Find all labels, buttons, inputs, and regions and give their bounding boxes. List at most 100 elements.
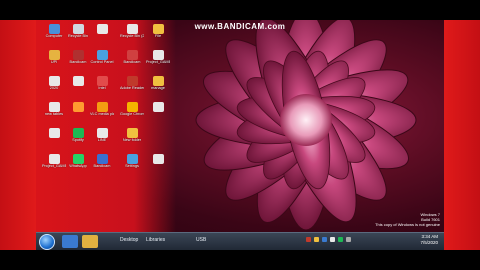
start-button[interactable] bbox=[39, 234, 55, 250]
desktop-icon[interactable]: Bandicam bbox=[90, 154, 114, 169]
desktop-icon-label: Intel bbox=[98, 86, 106, 90]
desktop-icon[interactable]: File bbox=[146, 24, 170, 39]
desktop-icon[interactable]: Recycle Bin (2) bbox=[120, 24, 144, 39]
notice-line-3: This copy of Windows is not genuine bbox=[375, 222, 440, 227]
desktop-icon-glyph-icon bbox=[96, 50, 108, 60]
tray-icon-4[interactable] bbox=[330, 237, 335, 242]
desktop-icon-label: Control Panel bbox=[90, 60, 114, 64]
desktop-icon-glyph-icon bbox=[126, 128, 138, 138]
clock-date: 7/5/2020 bbox=[420, 239, 438, 245]
desktop-icon-glyph-icon bbox=[96, 128, 108, 138]
desktop-icon-glyph-icon bbox=[152, 50, 164, 60]
desktop-icon-label: Bandicam bbox=[123, 60, 141, 64]
desktop-icon-glyph-icon bbox=[48, 24, 60, 34]
desktop-icon-label: new tables bbox=[44, 112, 64, 116]
desktop-icon[interactable]: New folder bbox=[120, 128, 144, 143]
desktop-icon-glyph-icon bbox=[126, 102, 138, 112]
desktop-icon-label: Recycle Bin bbox=[67, 34, 89, 38]
desktop-icon-label: Project_GAME (2) bbox=[42, 164, 66, 168]
libraries-label[interactable]: Libraries bbox=[146, 237, 165, 243]
desktop-icon[interactable]: Recycle Bin bbox=[66, 24, 90, 39]
desktop-icon-glyph-icon bbox=[72, 76, 84, 86]
taskbar-clock[interactable]: 3:34 AM 7/5/2020 bbox=[420, 234, 438, 245]
desktop-icon[interactable] bbox=[90, 24, 114, 34]
windows-genuine-notice: Windows 7 Build 7601 This copy of Window… bbox=[375, 212, 440, 227]
desktop-icon-label: Spotify bbox=[72, 138, 84, 142]
desktop-icon-glyph-icon bbox=[72, 24, 84, 34]
desktop-icon-label: VLC media player bbox=[90, 112, 114, 116]
desktop-icon-label: Bandicam bbox=[69, 60, 87, 64]
desktop-icon-label: Settings bbox=[125, 164, 139, 168]
desktop-icon-glyph-icon bbox=[72, 128, 84, 138]
desktop-icon[interactable]: Bandicam bbox=[120, 50, 144, 65]
desktop-icon-glyph-icon bbox=[72, 102, 84, 112]
desktop-icon[interactable] bbox=[146, 154, 170, 164]
desktop-icon[interactable] bbox=[66, 102, 90, 112]
desktop-icon-label: Adobe Reader XI bbox=[120, 86, 144, 90]
desktop-icon[interactable]: Computer bbox=[42, 24, 66, 39]
taskbar: Desktop Libraries USB 3:34 AM 7/5/2020 bbox=[36, 232, 444, 250]
desktop-icon-glyph-icon bbox=[152, 24, 164, 34]
desktop-icon-glyph-icon bbox=[126, 154, 138, 164]
desktop-icon-glyph-icon bbox=[72, 50, 84, 60]
desktop-icon[interactable] bbox=[42, 128, 66, 138]
tray-icon-3[interactable] bbox=[322, 237, 327, 242]
desktop-screen: www.BANDICAM.com Computer Recycle Bin Recy… bbox=[36, 20, 444, 250]
desktop-icon-label: UPI bbox=[50, 60, 58, 64]
desktop-icon[interactable]: Control Panel bbox=[90, 50, 114, 65]
desktop-icon[interactable]: new tables bbox=[42, 102, 66, 117]
ie-taskbar-icon[interactable] bbox=[62, 235, 78, 248]
desktop-icon[interactable]: VLC media player bbox=[90, 102, 114, 117]
volume-icon[interactable] bbox=[346, 237, 351, 242]
desktop-icon[interactable] bbox=[66, 76, 90, 86]
desktop-icon-glyph-icon bbox=[96, 76, 108, 86]
desktop-icon-glyph-icon bbox=[48, 76, 60, 86]
desktop-icon[interactable]: Spotify bbox=[66, 128, 90, 143]
desktop-icon[interactable]: UPI bbox=[42, 50, 66, 65]
tray-icon-1[interactable] bbox=[306, 237, 311, 242]
desktop-icon[interactable]: WhatsApp bbox=[66, 154, 90, 169]
clock-time: 3:34 AM bbox=[421, 234, 438, 239]
desktop-icon[interactable]: Intel bbox=[90, 76, 114, 91]
desktop-icon[interactable]: LINE bbox=[90, 128, 114, 143]
desktop-icon[interactable]: Project_GAME bbox=[146, 50, 170, 65]
desktop-icon-glyph-icon bbox=[96, 24, 108, 34]
desktop-icon[interactable]: Adobe Reader XI bbox=[120, 76, 144, 91]
desktop-icon-glyph-icon bbox=[48, 154, 60, 164]
desktop-icon[interactable]: 2020 bbox=[42, 76, 66, 91]
tray-icon-5[interactable] bbox=[338, 237, 343, 242]
desktop-icon-glyph-icon bbox=[48, 50, 60, 60]
desktop-icon[interactable]: Bandicam bbox=[66, 50, 90, 65]
desktop-icon[interactable]: Google Chrome bbox=[120, 102, 144, 117]
desktop-icon-glyph-icon bbox=[152, 154, 164, 164]
desktop-icon-glyph-icon bbox=[126, 50, 138, 60]
desktop-icon-glyph-icon bbox=[48, 128, 60, 138]
desktop-icon-label: Bandicam bbox=[93, 164, 111, 168]
desktop-icon-label: 2020 bbox=[49, 86, 59, 90]
desktop-icon-label: Recycle Bin (2) bbox=[120, 34, 144, 38]
explorer-taskbar-icon[interactable] bbox=[82, 235, 98, 248]
desktop-icon-label: Project_GAME bbox=[146, 60, 170, 64]
desktop-icon-glyph-icon bbox=[126, 76, 138, 86]
desktop-icon-glyph-icon bbox=[48, 102, 60, 112]
desktop-icon-label: manage bbox=[151, 86, 165, 90]
desktop-icon-label: New folder bbox=[122, 138, 142, 142]
tray-icon-2[interactable] bbox=[314, 237, 319, 242]
desktop-icon-glyph-icon bbox=[152, 102, 164, 112]
desktop-icon-label: File bbox=[154, 34, 162, 38]
desktop-icon-label: Google Chrome bbox=[120, 112, 144, 116]
video-frame: www.BANDICAM.com Computer Recycle Bin Recy… bbox=[0, 0, 480, 270]
desktop-icon[interactable]: manage bbox=[146, 76, 170, 91]
desktop-icon[interactable]: Settings bbox=[120, 154, 144, 169]
toolbar-desktop-label[interactable]: Desktop bbox=[120, 237, 138, 243]
right-red-border bbox=[444, 20, 480, 250]
desktop-icon-label: WhatsApp bbox=[69, 164, 87, 168]
desktop-icon-glyph-icon bbox=[72, 154, 84, 164]
desktop-icon-glyph-icon bbox=[96, 102, 108, 112]
left-red-border bbox=[0, 20, 36, 250]
desktop-icon[interactable]: Project_GAME (2) bbox=[42, 154, 66, 169]
desktop-icon-label: Computer bbox=[45, 34, 63, 38]
usb-label[interactable]: USB bbox=[196, 237, 206, 243]
desktop-icon[interactable] bbox=[146, 102, 170, 112]
desktop-icon-label: LINE bbox=[97, 138, 107, 142]
